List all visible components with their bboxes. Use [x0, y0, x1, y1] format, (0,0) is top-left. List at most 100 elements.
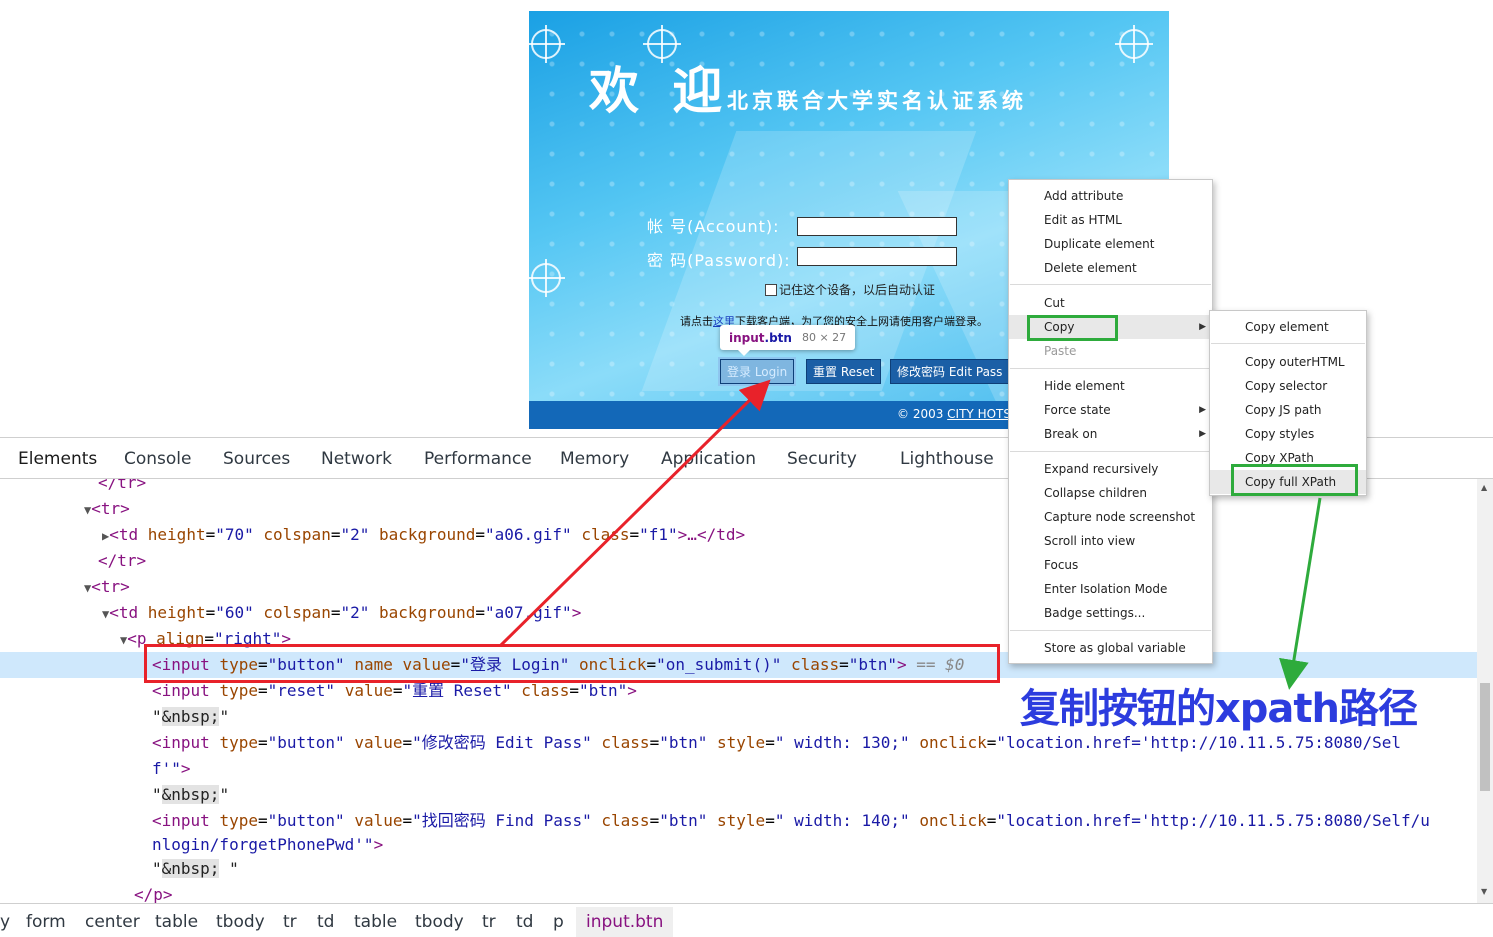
dom-node-line[interactable]: ▶<td height="70" colspan="2" background=…	[0, 522, 1477, 548]
attr-value: "修改密码 Edit Pass"	[412, 733, 592, 752]
crumb-active[interactable]: input.btn	[576, 907, 674, 937]
attr-name: type	[219, 681, 258, 700]
scrollbar-thumb[interactable]	[1480, 683, 1490, 791]
attr-name: value	[344, 681, 393, 700]
tab-lighthouse[interactable]: Lighthouse	[900, 449, 994, 469]
scroll-up-arrow-icon[interactable]: ▲	[1481, 483, 1487, 492]
tag-name: input	[161, 681, 210, 700]
menu-item-store-as-global-variable[interactable]: Store as global variable	[1009, 636, 1212, 660]
login-button[interactable]: 登录 Login	[717, 357, 797, 386]
attr-name: colspan	[263, 525, 331, 544]
account-input[interactable]	[797, 217, 957, 236]
tab-application[interactable]: Application	[661, 449, 756, 469]
crumb[interactable]: center	[85, 912, 140, 932]
system-name: 北京联合大学实名认证系统	[727, 89, 1027, 113]
menu-item-copy-outerhtml[interactable]: Copy outerHTML	[1210, 350, 1366, 374]
attr-value: "70"	[215, 525, 254, 544]
dom-node-line-wrap[interactable]: nlogin/forgetPhonePwd'">	[0, 832, 1477, 858]
attr-name: colspan	[263, 603, 331, 622]
tooltip-dimensions: 80 × 27	[801, 331, 847, 344]
crumb[interactable]: table	[354, 912, 397, 932]
crumb[interactable]: tr	[283, 912, 297, 932]
menu-item-copy-js-path[interactable]: Copy JS path	[1210, 398, 1366, 422]
attr-name: type	[219, 811, 258, 830]
copyright-link[interactable]: CITY HOTS	[947, 407, 1011, 421]
dom-node-line-wrap[interactable]: f'">	[0, 756, 1477, 782]
menu-item-break-on[interactable]: Break on ▶	[1009, 422, 1212, 446]
attr-name: background	[379, 603, 476, 622]
tab-elements[interactable]: Elements	[9, 449, 106, 482]
dom-node-line[interactable]: <input type="button" value="找回密码 Find Pa…	[0, 808, 1477, 834]
attr-value: "location.href='http://10.11.5.75:8080/S…	[996, 811, 1430, 830]
menu-item-expand-recursively[interactable]: Expand recursively	[1009, 457, 1212, 481]
attr-value: "btn"	[579, 681, 628, 700]
attr-name: class	[521, 681, 570, 700]
copy-full-xpath-green-highlight-box	[1231, 464, 1358, 496]
attr-value: "2"	[340, 525, 370, 544]
menu-item-delete-element[interactable]: Delete element	[1009, 256, 1212, 280]
tab-memory[interactable]: Memory	[560, 449, 629, 469]
menu-item-copy-selector[interactable]: Copy selector	[1210, 374, 1366, 398]
crumb[interactable]: td	[516, 912, 533, 932]
menu-item-force-state-label: Force state	[1044, 403, 1111, 417]
closing-tag: </tr>	[98, 479, 147, 492]
dom-node-line[interactable]: </tr>	[0, 548, 1477, 574]
tab-security[interactable]: Security	[787, 449, 857, 469]
attr-value: "button"	[267, 811, 345, 830]
annotation-caption: 复制按钮的xpath路径	[1020, 686, 1418, 732]
menu-item-scroll-into-view[interactable]: Scroll into view	[1009, 529, 1212, 553]
menu-item-hide-element[interactable]: Hide element	[1009, 374, 1212, 398]
crumb[interactable]: form	[26, 912, 66, 932]
dom-text-node[interactable]: "&nbsp;"	[0, 782, 1477, 808]
tab-performance[interactable]: Performance	[424, 449, 532, 469]
closing-tag: </p>	[134, 885, 173, 903]
menu-item-enter-isolation-mode[interactable]: Enter Isolation Mode	[1009, 577, 1212, 601]
tab-network[interactable]: Network	[321, 449, 392, 469]
attr-value-continued: f'"	[152, 759, 181, 778]
crumb[interactable]: td	[317, 912, 334, 932]
tag-name: input	[161, 733, 210, 752]
tab-console[interactable]: Console	[124, 449, 192, 469]
crumb[interactable]: tr	[482, 912, 496, 932]
menu-item-collapse-children[interactable]: Collapse children	[1009, 481, 1212, 505]
dom-node-line[interactable]: </p>	[0, 882, 1477, 903]
crumb[interactable]: tbody	[415, 912, 464, 932]
attr-name: type	[219, 733, 258, 752]
menu-item-edit-as-html[interactable]: Edit as HTML	[1009, 208, 1212, 232]
remember-device[interactable]: 记住这个设备，以后自动认证	[765, 281, 935, 298]
crumb[interactable]: p	[553, 912, 564, 932]
vertical-scrollbar[interactable]: ▲ ▼	[1477, 479, 1493, 903]
tab-sources[interactable]: Sources	[223, 449, 290, 469]
menu-item-duplicate-element[interactable]: Duplicate element	[1009, 232, 1212, 256]
crumb[interactable]: y	[0, 912, 10, 932]
dom-text-node[interactable]: "&nbsp; "	[0, 856, 1477, 882]
crumb[interactable]: tbody	[216, 912, 265, 932]
account-label: 帐 号(Account):	[647, 217, 780, 236]
dom-node-line[interactable]: ▼<tr>	[0, 574, 1477, 600]
password-input[interactable]	[797, 247, 957, 266]
menu-item-cut[interactable]: Cut	[1009, 291, 1212, 315]
attr-value: "f1"	[639, 525, 678, 544]
menu-item-break-on-label: Break on	[1044, 427, 1098, 441]
attr-name: class	[581, 525, 630, 544]
menu-item-copy-element[interactable]: Copy element	[1210, 315, 1366, 339]
menu-item-badge-settings[interactable]: Badge settings...	[1009, 601, 1212, 625]
scroll-down-arrow-icon[interactable]: ▼	[1481, 887, 1487, 896]
password-label: 密 码(Password):	[647, 251, 791, 270]
menu-item-add-attribute[interactable]: Add attribute	[1009, 184, 1212, 208]
crumb[interactable]: table	[155, 912, 198, 932]
text-tail: "	[219, 859, 239, 878]
crosshair-icon	[529, 25, 565, 63]
menu-item-copy-styles[interactable]: Copy styles	[1210, 422, 1366, 446]
dom-node-line[interactable]: ▼<td height="60" colspan="2" background=…	[0, 600, 1477, 626]
menu-item-force-state[interactable]: Force state ▶	[1009, 398, 1212, 422]
tag-name: tr	[100, 499, 121, 518]
menu-item-focus[interactable]: Focus	[1009, 553, 1212, 577]
hint-prefix: 请点击	[680, 315, 713, 328]
tag-name: td	[118, 525, 139, 544]
reset-button[interactable]: 重置 Reset	[806, 359, 882, 384]
menu-item-capture-node-screenshot[interactable]: Capture node screenshot	[1009, 505, 1212, 529]
remember-checkbox[interactable]	[765, 283, 777, 296]
attr-name: style	[717, 811, 766, 830]
dom-node-line[interactable]: ▼<tr>	[0, 496, 1477, 522]
